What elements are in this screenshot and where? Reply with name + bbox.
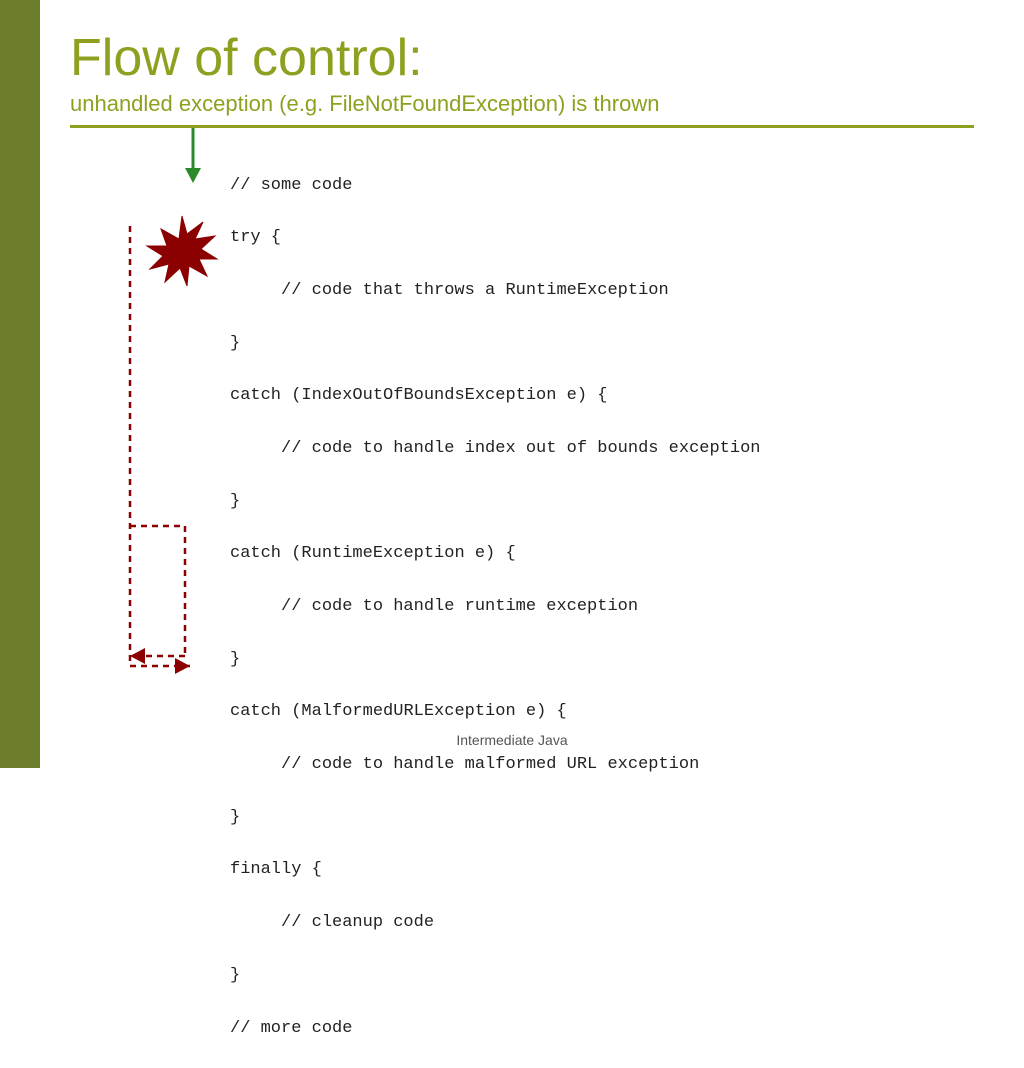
- code-line-11: catch (MalformedURLException e) {: [230, 702, 567, 721]
- code-line-12: // code to handle malformed URL exceptio…: [230, 755, 699, 774]
- code-line-16: }: [230, 966, 240, 985]
- code-line-15: // cleanup code: [230, 913, 434, 932]
- code-block: // some code try { // code that throws a…: [230, 146, 974, 1068]
- code-line-17: // more code: [230, 1019, 352, 1038]
- code-line-14: finally {: [230, 860, 322, 879]
- code-line-5: catch (IndexOutOfBoundsException e) {: [230, 386, 607, 405]
- sidebar-stripe: [0, 0, 40, 768]
- divider: [70, 125, 974, 128]
- code-line-3: // code that throws a RuntimeException: [230, 281, 669, 300]
- finally-bracket: [120, 516, 200, 676]
- code-line-7: }: [230, 492, 240, 511]
- code-line-2: try {: [230, 228, 281, 247]
- green-down-arrow: [185, 128, 201, 183]
- code-line-10: }: [230, 650, 240, 669]
- code-line-8: catch (RuntimeException e) {: [230, 544, 516, 563]
- code-line-9: // code to handle runtime exception: [230, 597, 638, 616]
- slide: Flow of control: unhandled exception (e.…: [0, 0, 1024, 768]
- code-line-4: }: [230, 334, 240, 353]
- slide-subtitle: unhandled exception (e.g. FileNotFoundEx…: [70, 91, 974, 117]
- code-area: // some code try { // code that throws a…: [130, 146, 974, 1068]
- content: Flow of control: unhandled exception (e.…: [70, 30, 974, 1068]
- explosion-icon: [145, 214, 220, 289]
- slide-title: Flow of control:: [70, 30, 974, 87]
- code-line-13: }: [230, 808, 240, 827]
- code-line-1: // some code: [230, 176, 352, 195]
- code-line-6: // code to handle index out of bounds ex…: [230, 439, 761, 458]
- footer-text: Intermediate Java: [456, 732, 567, 748]
